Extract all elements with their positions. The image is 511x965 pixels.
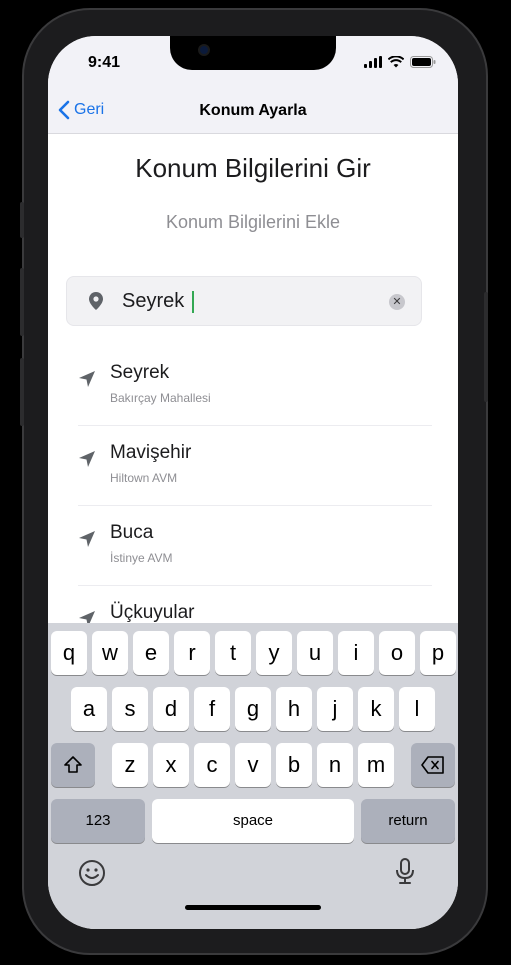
key-n[interactable]: n [317, 743, 353, 787]
cellular-signal-icon [364, 56, 382, 68]
result-name: Seyrek [110, 362, 170, 383]
result-subtitle: Bakırçay Mahallesi [110, 391, 211, 405]
volume-up-button [20, 268, 24, 336]
key-g[interactable]: g [235, 687, 271, 731]
emoji-icon[interactable] [78, 859, 106, 887]
shift-key[interactable] [51, 743, 95, 787]
key-l[interactable]: l [399, 687, 435, 731]
page-subtitle: Konum Bilgilerini Ekle [165, 212, 341, 232]
search-value: Seyrek [122, 290, 195, 313]
screen: 9:41 Geri Konum Ayarla Konum Bilgilerini… [48, 36, 458, 929]
keyboard: q w e r t y u i o p a s d f g h j k l z … [48, 623, 458, 929]
return-key[interactable]: return [361, 799, 455, 843]
home-indicator [185, 905, 321, 910]
delete-key[interactable] [411, 743, 455, 787]
key-m[interactable]: m [358, 743, 394, 787]
key-b[interactable]: b [276, 743, 312, 787]
navigation-bar: Geri Konum Ayarla [48, 90, 458, 134]
navigation-arrow-icon [79, 371, 95, 387]
result-name: Buca [110, 522, 154, 543]
key-p[interactable]: p [420, 631, 456, 675]
location-search-input[interactable]: Seyrek ✕ [66, 276, 422, 326]
nav-title: Konum Ayarla [199, 102, 307, 119]
key-t[interactable]: t [215, 631, 251, 675]
navigation-arrow-icon [79, 531, 95, 547]
status-bar: 9:41 [48, 36, 458, 90]
power-button [484, 292, 488, 402]
page-title: Konum Bilgilerini Gir [135, 153, 371, 183]
key-h[interactable]: h [276, 687, 312, 731]
result-subtitle: İstinye AVM [110, 551, 173, 565]
result-item[interactable]: Buca İstinye AVM [78, 506, 432, 586]
text-caret [192, 290, 195, 313]
backspace-icon [421, 756, 444, 774]
space-key[interactable]: space [152, 799, 354, 843]
status-icons [364, 56, 436, 68]
key-v[interactable]: v [235, 743, 271, 787]
numbers-key[interactable]: 123 [51, 799, 145, 843]
notch [170, 36, 336, 70]
result-subtitle: Hiltown AVM [110, 471, 178, 485]
mute-switch [20, 202, 24, 238]
microphone-icon[interactable] [394, 857, 416, 887]
key-k[interactable]: k [358, 687, 394, 731]
key-r[interactable]: r [174, 631, 210, 675]
key-o[interactable]: o [379, 631, 415, 675]
result-item[interactable]: Seyrek Bakırçay Mahallesi [78, 346, 432, 426]
navigation-arrow-icon [79, 451, 95, 467]
key-w[interactable]: w [92, 631, 128, 675]
key-d[interactable]: d [153, 687, 189, 731]
result-item[interactable]: Mavişehir Hiltown AVM [78, 426, 432, 506]
shift-icon [64, 756, 82, 773]
status-time: 9:41 [88, 54, 121, 71]
key-s[interactable]: s [112, 687, 148, 731]
wifi-icon [388, 56, 404, 68]
key-y[interactable]: y [256, 631, 292, 675]
location-pin-icon [89, 292, 103, 310]
camera-icon [198, 44, 210, 56]
key-c[interactable]: c [194, 743, 230, 787]
key-e[interactable]: e [133, 631, 169, 675]
result-name: Mavişehir [110, 442, 192, 463]
key-j[interactable]: j [317, 687, 353, 731]
clear-input-button[interactable]: ✕ [389, 294, 405, 310]
key-z[interactable]: z [112, 743, 148, 787]
key-u[interactable]: u [297, 631, 333, 675]
key-q[interactable]: q [51, 631, 87, 675]
key-x[interactable]: x [153, 743, 189, 787]
key-f[interactable]: f [194, 687, 230, 731]
key-a[interactable]: a [71, 687, 107, 731]
result-name: Üçkuyular [110, 602, 195, 623]
battery-icon [410, 56, 436, 68]
volume-down-button [20, 358, 24, 426]
key-i[interactable]: i [338, 631, 374, 675]
